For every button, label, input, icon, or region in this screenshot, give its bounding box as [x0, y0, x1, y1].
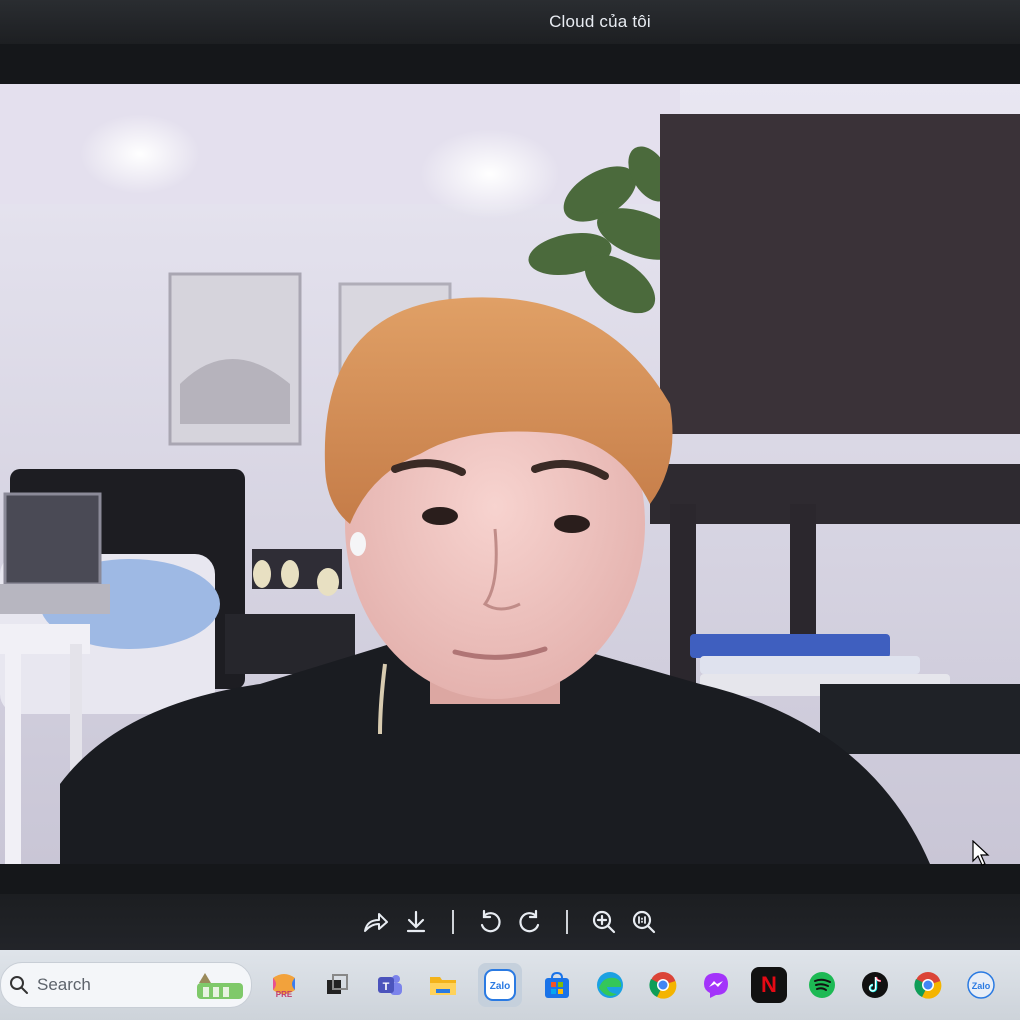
task-view-icon [327, 974, 348, 994]
mouse-cursor-icon [972, 840, 990, 866]
taskbar-app-edge[interactable] [592, 967, 628, 1003]
folder-icon [430, 977, 456, 995]
zoom-1-1-icon [632, 910, 656, 934]
rotate-right-icon [519, 909, 540, 933]
share-icon [364, 913, 388, 932]
store-icon [545, 971, 569, 998]
taskbar-search[interactable]: Search [0, 962, 252, 1008]
download-icon [406, 910, 426, 933]
taskbar-app-spotify[interactable] [804, 967, 840, 1003]
taskbar-app-zalo[interactable]: Zalo [478, 963, 522, 1007]
search-icon [5, 971, 33, 999]
taskbar-app-task-view[interactable] [319, 967, 355, 1003]
copilot-icon: PRE [273, 974, 295, 999]
taskbar-app-teams[interactable]: T [372, 967, 408, 1003]
search-placeholder: Search [37, 975, 91, 994]
spotify-icon [809, 972, 835, 998]
webcam-photo [0, 84, 1020, 864]
netflix-icon: N [761, 972, 777, 997]
toolbar-divider [566, 910, 568, 934]
photo-image [0, 84, 1020, 864]
actual-size-button[interactable] [624, 902, 664, 942]
rotate-right-button[interactable] [510, 902, 550, 942]
zalo-icon: Zalo [967, 971, 995, 999]
tiktok-icon [862, 972, 888, 998]
taskbar-app-chrome[interactable] [645, 967, 681, 1003]
teams-icon: T [378, 975, 402, 995]
rotate-left-button[interactable] [470, 902, 510, 942]
taskbar-app-copilot[interactable]: PRE [266, 967, 302, 1003]
chrome-icon [649, 972, 677, 999]
svg-text:T: T [383, 981, 390, 993]
window-title-bar: Cloud của tôi [0, 0, 1020, 44]
window-title: Cloud của tôi [549, 12, 651, 31]
chrome-icon [914, 972, 942, 999]
zalo-2-label: Zalo [972, 981, 991, 991]
taskbar-app-tiktok[interactable] [857, 967, 893, 1003]
edge-icon [597, 972, 623, 998]
copilot-badge: PRE [276, 990, 293, 999]
zoom-in-button[interactable] [584, 902, 624, 942]
download-button[interactable] [396, 902, 436, 942]
zoom-in-icon [592, 910, 616, 934]
share-button[interactable] [356, 902, 396, 942]
taskbar-app-microsoft-store[interactable] [539, 967, 575, 1003]
viewer-toolbar [0, 894, 1020, 950]
messenger-icon [704, 973, 728, 998]
photo-viewer [0, 44, 1020, 894]
zalo-label: Zalo [490, 981, 511, 992]
taskbar-app-file-explorer[interactable] [425, 967, 461, 1003]
windows-taskbar: Search PRE T Zalo N Zalo [0, 950, 1020, 1020]
toolbar-divider [452, 910, 454, 934]
taskbar-app-chrome-profile[interactable] [910, 967, 946, 1003]
taskbar-app-messenger[interactable] [698, 967, 734, 1003]
taskbar-app-netflix[interactable]: N [751, 967, 787, 1003]
pinned-apps: PRE T Zalo N Zalo [266, 963, 999, 1007]
search-highlight-icon [197, 973, 243, 999]
rotate-left-icon [480, 909, 501, 933]
taskbar-app-zalo-2[interactable]: Zalo [963, 967, 999, 1003]
zalo-icon: Zalo [484, 969, 516, 1001]
